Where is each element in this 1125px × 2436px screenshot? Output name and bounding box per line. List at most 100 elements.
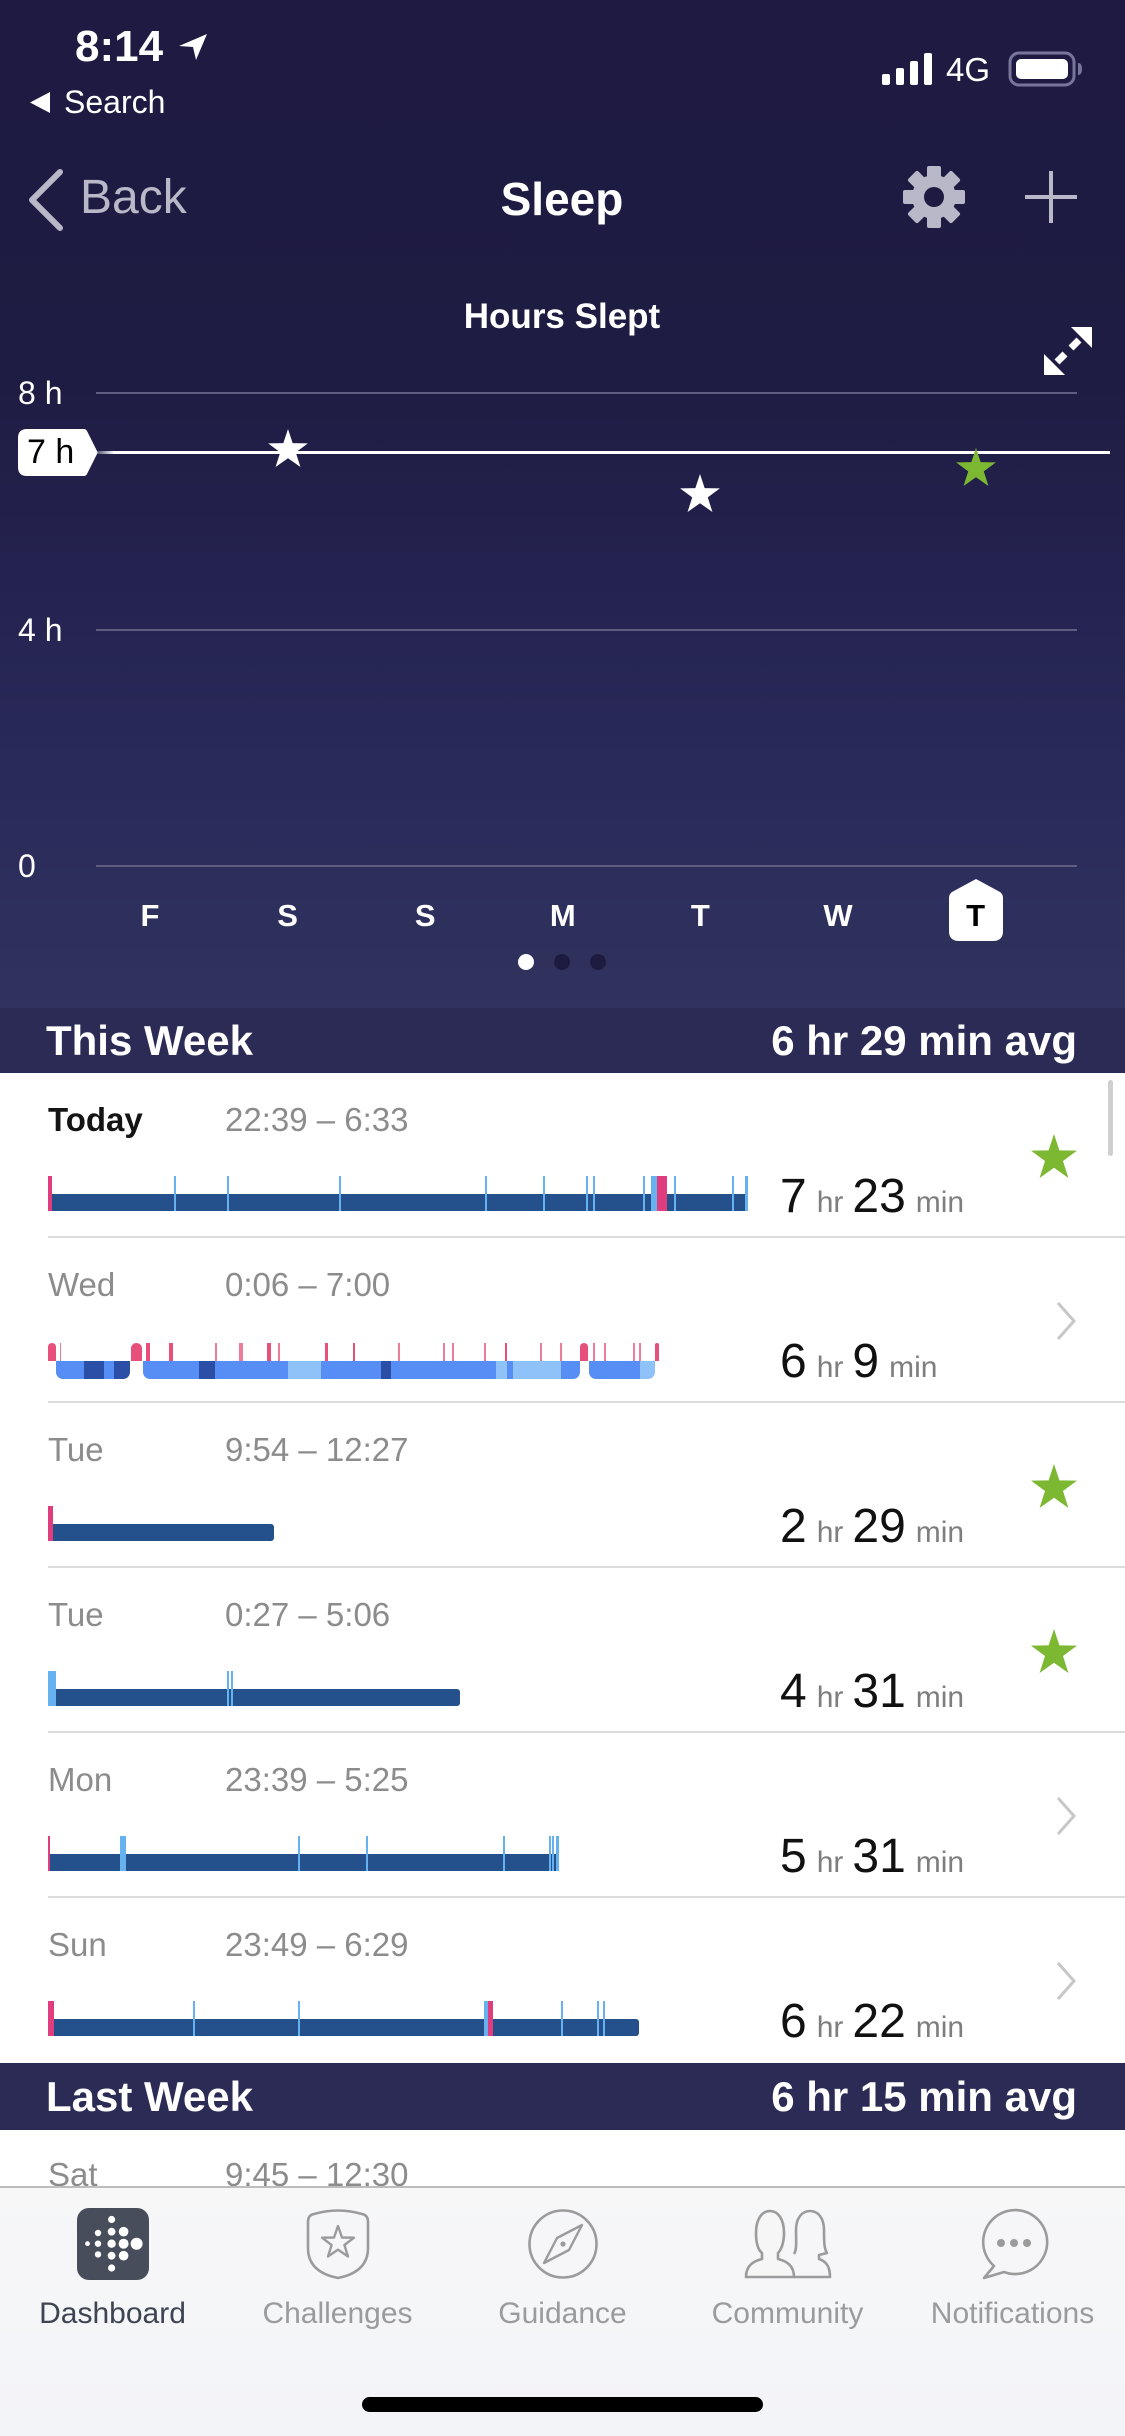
goal-met-star-icon xyxy=(1031,1134,1077,1178)
restless-mark xyxy=(298,2001,301,2036)
tab-label: Challenges xyxy=(262,2297,413,2330)
restless-mark xyxy=(231,1671,234,1706)
sleep-log-day: Sun xyxy=(48,1926,107,1963)
wake-tick xyxy=(398,1343,401,1361)
sleep-log-time-range: 9:54 – 12:27 xyxy=(225,1431,409,1468)
sleep-pattern-bar xyxy=(48,1176,778,1216)
goal-tag-label: 7 h xyxy=(27,432,75,471)
sleep-log-day: Tue xyxy=(48,1431,104,1468)
x-axis-day-label[interactable]: F xyxy=(120,896,180,936)
duration-hours: 5 xyxy=(780,1830,807,1883)
wake-tick xyxy=(241,1343,243,1361)
tab-label: Guidance xyxy=(498,2297,627,2330)
restless-mark xyxy=(502,1836,505,1871)
restless-mark xyxy=(297,1836,300,1871)
sleep-log-time-range: 23:39 – 5:25 xyxy=(225,1761,409,1798)
chart-pager xyxy=(510,950,614,974)
stage-light-segment xyxy=(560,1361,580,1379)
restless-mark xyxy=(731,1176,734,1211)
sleep-log-row[interactable]: Mon 23:39 – 5:25 5 hr 31 min xyxy=(0,1733,1125,1898)
wake-tick xyxy=(452,1343,455,1361)
duration-minutes-unit: min xyxy=(889,1351,938,1384)
gridline xyxy=(96,628,1077,631)
sleep-log-day: Wed xyxy=(48,1266,116,1303)
stage-light-segment xyxy=(103,1361,114,1379)
awake-mark xyxy=(48,2001,54,2036)
x-axis-day-label[interactable]: W xyxy=(808,896,868,936)
guidance-icon xyxy=(527,2209,598,2279)
x-axis-day-label[interactable]: T xyxy=(670,896,730,936)
tab-notifications[interactable]: Notifications xyxy=(900,2188,1125,2348)
scrollbar[interactable] xyxy=(1108,1080,1113,1156)
stage-wake-segment xyxy=(579,1343,588,1361)
stage-light-segment xyxy=(390,1361,496,1379)
sleep-log-row[interactable]: Wed 0:06 – 7:00 6 hr 9 min xyxy=(0,1238,1125,1403)
x-axis-day-label[interactable]: S xyxy=(258,896,318,936)
awake-mark xyxy=(487,2001,494,2036)
sleep-duration: 2 hr 29 min xyxy=(780,1499,973,1555)
sleep-duration: 6 hr 9 min xyxy=(780,1334,946,1390)
stage-wake-segment xyxy=(655,1343,660,1361)
awake-mark xyxy=(48,1506,54,1541)
y-axis-tick-label: 0 xyxy=(18,848,36,884)
wake-tick xyxy=(59,1343,62,1361)
restless-mark xyxy=(593,1176,595,1211)
home-indicator[interactable] xyxy=(362,2397,763,2412)
duration-hours-unit: hr xyxy=(816,1846,844,1879)
restless-mark xyxy=(173,1176,176,1211)
tab-challenges[interactable]: Challenges xyxy=(225,2188,450,2348)
duration-hours: 7 xyxy=(780,1170,807,1223)
wake-tick xyxy=(504,1343,507,1361)
sleep-log-row[interactable]: Tue 9:54 – 12:27 2 hr 29 min xyxy=(0,1403,1125,1568)
duration-hours: 2 xyxy=(780,1500,807,1553)
sleep-log-day: Mon xyxy=(48,1761,113,1798)
wake-tick xyxy=(277,1343,280,1361)
restless-mark xyxy=(338,1176,341,1211)
restless-mark xyxy=(549,1836,552,1871)
community-icon xyxy=(744,2209,831,2279)
stage-light-segment xyxy=(214,1361,288,1379)
wake-tick xyxy=(560,1343,563,1361)
wake-tick xyxy=(638,1343,641,1361)
chevron-right-icon[interactable] xyxy=(1055,1960,1077,2002)
stage-light-segment xyxy=(321,1361,382,1379)
tab-dashboard[interactable]: Dashboard xyxy=(0,2188,225,2348)
restless-mark xyxy=(120,1836,126,1871)
sleep-pattern-bar xyxy=(48,1506,778,1546)
wake-tick xyxy=(325,1343,328,1361)
duration-minutes-unit: min xyxy=(915,1516,965,1549)
sleep-log-row[interactable]: Today 22:39 – 6:33 7 hr 23 min xyxy=(0,1073,1125,1238)
restless-mark xyxy=(48,1671,56,1706)
restless-mark xyxy=(560,2001,563,2036)
pager-dot[interactable] xyxy=(554,954,570,970)
chevron-right-icon[interactable] xyxy=(1055,1795,1077,1837)
sleep-log-row[interactable]: Tue 0:27 – 5:06 4 hr 31 min xyxy=(0,1568,1125,1733)
sleep-duration: 4 hr 31 min xyxy=(780,1664,973,1720)
chevron-right-icon[interactable] xyxy=(1055,1300,1077,1342)
restless-mark xyxy=(485,1176,488,1211)
sleep-log-row[interactable]: Sun 23:49 – 6:29 6 hr 22 min xyxy=(0,1898,1125,2063)
duration-minutes-unit: min xyxy=(915,1681,965,1714)
wake-tick xyxy=(484,1343,486,1361)
wake-tick xyxy=(632,1343,635,1361)
wake-tick xyxy=(442,1343,445,1361)
duration-minutes: 31 xyxy=(852,1665,906,1718)
pager-dot[interactable] xyxy=(518,954,534,970)
restless-mark xyxy=(226,1176,229,1211)
tab-community[interactable]: Community xyxy=(675,2188,900,2348)
challenges-icon xyxy=(306,2209,369,2280)
duration-minutes: 23 xyxy=(852,1170,906,1223)
x-axis-day-label[interactable]: S xyxy=(395,896,455,936)
pager-dot[interactable] xyxy=(590,954,606,970)
wake-tick xyxy=(593,1343,595,1361)
sleep-header-area: 8:14 Search 4G Back Sleep Hours Slept 7 … xyxy=(0,0,1125,1008)
wake-tick xyxy=(604,1343,606,1361)
goal-met-star-icon xyxy=(267,428,308,467)
sleep-duration: 7 hr 23 min xyxy=(780,1169,973,1225)
x-axis-day-label[interactable]: M xyxy=(533,896,593,936)
goal-met-star-icon xyxy=(1031,1629,1077,1673)
x-axis-day-label[interactable]: T xyxy=(946,896,1006,936)
tab-guidance[interactable]: Guidance xyxy=(450,2188,675,2348)
last-week-average: 6 hr 15 min avg xyxy=(771,2072,1077,2120)
asleep-segment xyxy=(48,1524,274,1541)
